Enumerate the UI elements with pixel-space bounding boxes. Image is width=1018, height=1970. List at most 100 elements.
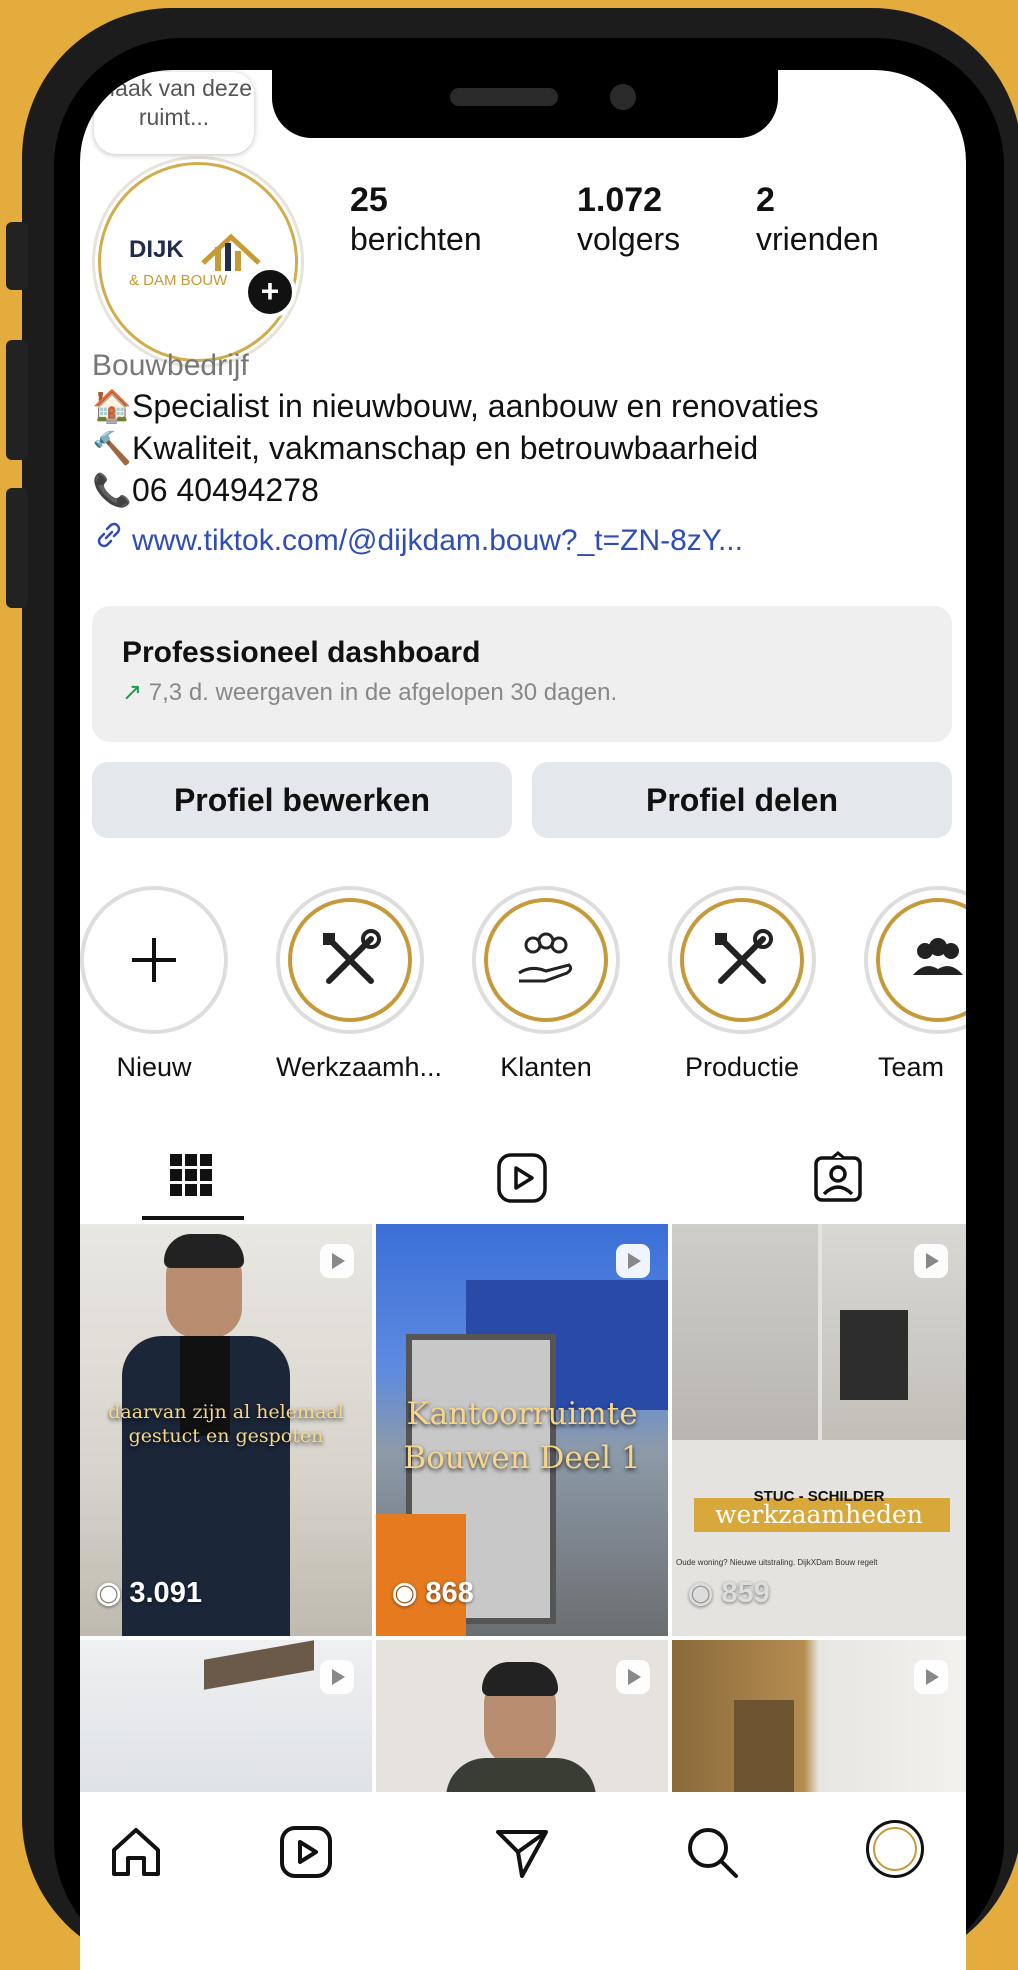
customers-icon — [518, 932, 573, 983]
dashboard-title: Professioneel dashboard — [122, 636, 481, 669]
mute-switch — [6, 222, 28, 290]
hair — [482, 1662, 558, 1696]
reel-icon — [914, 1244, 948, 1278]
professional-dashboard[interactable]: Professioneel dashboard ↗ 7,3 d. weergav… — [92, 606, 952, 742]
edit-profile-button[interactable]: Profiel bewerken — [92, 762, 512, 838]
post-caption: daarvan zijn al helemaal gestuct en gesp… — [108, 1401, 344, 1447]
highlight-inner — [680, 898, 804, 1022]
category-label: Bouwbedrijf — [92, 349, 249, 382]
nav-search[interactable] — [680, 1820, 744, 1884]
add-story-button[interactable]: + — [244, 266, 296, 318]
tab-grid[interactable] — [142, 1136, 244, 1220]
house-icon: 🏠 — [92, 388, 132, 424]
tools-icon — [715, 929, 773, 984]
posts-label: berichten — [350, 221, 482, 257]
tab-reels[interactable] — [494, 1150, 550, 1206]
friends-count: 2 — [756, 181, 775, 219]
reels-icon — [280, 1826, 332, 1878]
post-tile[interactable] — [80, 1640, 372, 1800]
reel-icon — [320, 1660, 354, 1694]
link-icon — [92, 520, 126, 561]
highlight-inner — [876, 898, 966, 1022]
post-thumbnail-room — [672, 1224, 818, 1440]
tools-icon — [323, 929, 381, 984]
profile-link[interactable]: www.tiktok.com/@dijkdam.bouw?_t=ZN-8zY..… — [92, 520, 743, 561]
view-count: ◉ 868 — [392, 1575, 474, 1610]
post-tile[interactable]: STUC - SCHILDER werkzaamheden Oude wonin… — [672, 1224, 966, 1636]
reel-icon — [914, 1660, 948, 1694]
post-caption-small: Oude woning? Nieuwe uitstraling. DijkXDa… — [676, 1558, 878, 1567]
reel-icon — [616, 1244, 650, 1278]
highlight-ring — [864, 886, 966, 1034]
highlight-klanten[interactable]: Klanten — [472, 886, 620, 1083]
phone-number: 06 40494278 — [132, 472, 319, 508]
stat-friends[interactable]: 2 vrienden — [756, 180, 879, 258]
post-tile[interactable] — [672, 1640, 966, 1800]
post-tile[interactable] — [376, 1640, 668, 1800]
team-icon — [913, 938, 963, 975]
followers-label: volgers — [577, 221, 681, 257]
highlight-label: Klanten — [500, 1052, 592, 1082]
tab-tagged[interactable] — [810, 1150, 866, 1206]
followers-count: 1.072 — [577, 181, 663, 219]
front-camera — [610, 84, 636, 110]
highlight-ring — [472, 886, 620, 1034]
highlight-label: Werkzaamh... — [276, 1052, 443, 1082]
bio-text: Specialist in nieuwbouw, aanbouw en reno… — [132, 388, 819, 424]
svg-text:DIJK: DIJK — [129, 236, 184, 263]
view-count: ◉ 859 — [688, 1575, 770, 1610]
stat-followers[interactable]: 1.072 volgers — [577, 180, 680, 258]
volume-down-button — [6, 488, 28, 608]
highlight-label: Productie — [684, 1052, 800, 1082]
highlight-label: Team — [878, 1052, 945, 1082]
notch — [272, 70, 778, 138]
stat-posts[interactable]: 25 berichten — [350, 180, 482, 258]
tagged-icon — [814, 1151, 862, 1202]
plus-icon — [132, 938, 176, 982]
highlight-ring — [276, 886, 424, 1034]
eye-icon: ◉ — [392, 1577, 418, 1609]
dashboard-subtitle-text: 7,3 d. weergaven in de afgelopen 30 dage… — [148, 679, 618, 706]
nav-home[interactable] — [104, 1820, 168, 1884]
bio-line-2: 🔨Kwaliteit, vakmanschap en betrouwbaarhe… — [92, 428, 758, 468]
nav-messages[interactable] — [490, 1820, 554, 1884]
highlight-werkzaamheden[interactable]: Werkzaamh... — [276, 886, 443, 1083]
profile-tabs — [80, 1136, 966, 1220]
friends-label: vrienden — [756, 221, 879, 257]
bottom-navigation — [80, 1792, 966, 1912]
highlight-label: Nieuw — [116, 1052, 192, 1082]
highlight-team[interactable]: Team — [864, 886, 966, 1083]
search-icon — [688, 1828, 738, 1878]
share-profile-button[interactable]: Profiel delen — [532, 762, 952, 838]
highlight-ring — [668, 886, 816, 1034]
eye-icon: ◉ — [688, 1577, 714, 1609]
nav-reels[interactable] — [274, 1820, 338, 1884]
post-tile[interactable]: daarvan zijn al helemaal gestuct en gesp… — [80, 1224, 372, 1636]
home-icon — [112, 1828, 160, 1876]
hammer-icon: 🔨 — [92, 430, 132, 466]
highlight-inner — [484, 898, 608, 1022]
volume-up-button — [6, 340, 28, 460]
bio-line-3: 📞06 40494278 — [92, 470, 319, 510]
eye-icon: ◉ — [96, 1577, 122, 1609]
highlight-new[interactable]: Nieuw — [80, 886, 228, 1083]
avatar[interactable]: DIJK & DAM BOUW — [92, 156, 304, 368]
highlight-inner — [288, 898, 412, 1022]
highlight-productie[interactable]: Productie — [668, 886, 816, 1083]
post-tile[interactable]: Kantoorruimte Bouwen Deel 1 ◉ 868 — [376, 1224, 668, 1636]
view-count-value: 868 — [425, 1577, 474, 1609]
post-thumbnail-elevator — [734, 1700, 794, 1800]
link-text: www.tiktok.com/@dijkdam.bouw?_t=ZN-8zY..… — [132, 524, 743, 557]
avatar-ring: DIJK & DAM BOUW — [98, 162, 298, 362]
post-caption: werkzaamheden — [715, 1500, 923, 1529]
bio-text: Kwaliteit, vakmanschap en betrouwbaarhei… — [132, 430, 759, 466]
active-tab-indicator — [142, 1216, 244, 1220]
reels-icon — [497, 1153, 547, 1203]
svg-text:& DAM BOUW: & DAM BOUW — [129, 272, 228, 289]
speaker — [450, 88, 558, 106]
reel-icon — [616, 1660, 650, 1694]
note-bubble[interactable]: Maak van deze ruimt... — [94, 72, 254, 154]
bio-line-1: 🏠Specialist in nieuwbouw, aanbouw en ren… — [92, 386, 819, 426]
dashboard-subtitle: ↗ 7,3 d. weergaven in de afgelopen 30 da… — [122, 678, 617, 707]
nav-profile[interactable] — [866, 1820, 930, 1884]
